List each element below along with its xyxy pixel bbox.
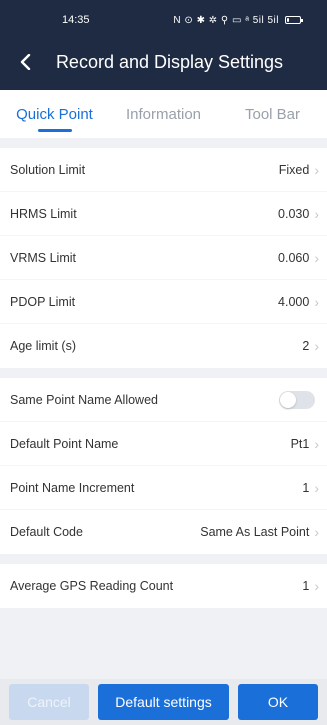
setting-label: Age limit (s): [10, 339, 76, 353]
status-icons-text: N ⊙ ✱ ✲ ⚲ ▭ ᵃ 5il 5il: [173, 14, 279, 26]
chevron-right-icon: ›: [314, 524, 319, 540]
setting-row-hrms-limit[interactable]: HRMS Limit 0.030 ›: [0, 192, 327, 236]
tab-information[interactable]: Information: [109, 90, 218, 138]
setting-label: Same Point Name Allowed: [10, 392, 158, 407]
chevron-right-icon: ›: [314, 435, 319, 452]
chevron-right-icon: ›: [314, 578, 319, 594]
tab-bar: Quick Point Information Tool Bar: [0, 90, 327, 138]
setting-row-average-gps-count[interactable]: Average GPS Reading Count 1 ›: [0, 564, 327, 608]
setting-label: HRMS Limit: [10, 206, 77, 221]
setting-label: VRMS Limit: [10, 250, 76, 265]
status-bar: 14:35 N ⊙ ✱ ✲ ⚲ ▭ ᵃ 5il 5il: [0, 0, 327, 40]
setting-row-default-code[interactable]: Default Code Same As Last Point ›: [0, 510, 327, 554]
chevron-right-icon: ›: [314, 161, 319, 178]
chevron-right-icon: ›: [314, 479, 319, 496]
setting-row-vrms-limit[interactable]: VRMS Limit 0.060 ›: [0, 236, 327, 280]
chevron-right-icon: ›: [314, 205, 319, 222]
chevron-right-icon: ›: [314, 293, 319, 310]
battery-icon: [285, 16, 303, 24]
chevron-left-icon: [20, 54, 31, 70]
cancel-button[interactable]: Cancel: [9, 684, 89, 720]
app-header: 14:35 N ⊙ ✱ ✲ ⚲ ▭ ᵃ 5il 5il Record and D…: [0, 0, 327, 90]
tab-label: Quick Point: [16, 105, 93, 123]
setting-value: Pt1: [290, 436, 310, 451]
setting-label: Default Point Name: [10, 436, 119, 451]
setting-value: 0.030: [278, 206, 310, 221]
setting-row-default-point-name[interactable]: Default Point Name Pt1 ›: [0, 422, 327, 466]
setting-row-age-limit[interactable]: Age limit (s) 2 ›: [0, 324, 327, 368]
page-title: Record and Display Settings: [55, 51, 284, 72]
status-icons: N ⊙ ✱ ✲ ⚲ ▭ ᵃ 5il 5il: [173, 14, 303, 26]
setting-label: Solution Limit: [10, 162, 86, 177]
tab-quick-point[interactable]: Quick Point: [0, 90, 109, 138]
limits-section: Solution Limit Fixed › HRMS Limit 0.030 › …: [0, 148, 327, 368]
setting-value: 2: [302, 339, 310, 353]
setting-value: Fixed: [278, 162, 310, 177]
setting-row-same-point-name: Same Point Name Allowed: [0, 378, 327, 422]
point-name-section: Same Point Name Allowed Default Point Na…: [0, 378, 327, 554]
setting-label: PDOP Limit: [10, 294, 76, 309]
setting-value: 0.060: [278, 250, 310, 265]
tab-label: Information: [125, 105, 202, 123]
default-settings-button[interactable]: Default settings: [98, 684, 229, 720]
setting-row-point-name-increment[interactable]: Point Name Increment 1 ›: [0, 466, 327, 510]
same-point-name-toggle[interactable]: [279, 390, 315, 409]
back-button[interactable]: [14, 51, 36, 73]
toggle-knob: [280, 391, 296, 408]
status-time: 14:35: [62, 14, 90, 26]
setting-label: Default Code: [10, 525, 83, 539]
setting-value: Same As Last Point: [200, 525, 310, 539]
setting-row-pdop-limit[interactable]: PDOP Limit 4.000 ›: [0, 280, 327, 324]
setting-value: 4.000: [278, 294, 310, 309]
tab-label: Tool Bar: [244, 105, 301, 123]
tab-tool-bar[interactable]: Tool Bar: [218, 90, 327, 138]
chevron-right-icon: ›: [314, 338, 319, 354]
ok-button[interactable]: OK: [238, 684, 318, 720]
title-bar: Record and Display Settings: [0, 40, 327, 84]
setting-value: 1: [302, 480, 310, 495]
setting-row-solution-limit[interactable]: Solution Limit Fixed ›: [0, 148, 327, 192]
gps-section: Average GPS Reading Count 1 ›: [0, 564, 327, 608]
footer-actions: Cancel Default settings OK: [0, 679, 327, 725]
setting-label: Point Name Increment: [10, 480, 135, 495]
setting-value: 1: [302, 579, 310, 593]
setting-label: Average GPS Reading Count: [10, 579, 174, 593]
chevron-right-icon: ›: [314, 249, 319, 266]
